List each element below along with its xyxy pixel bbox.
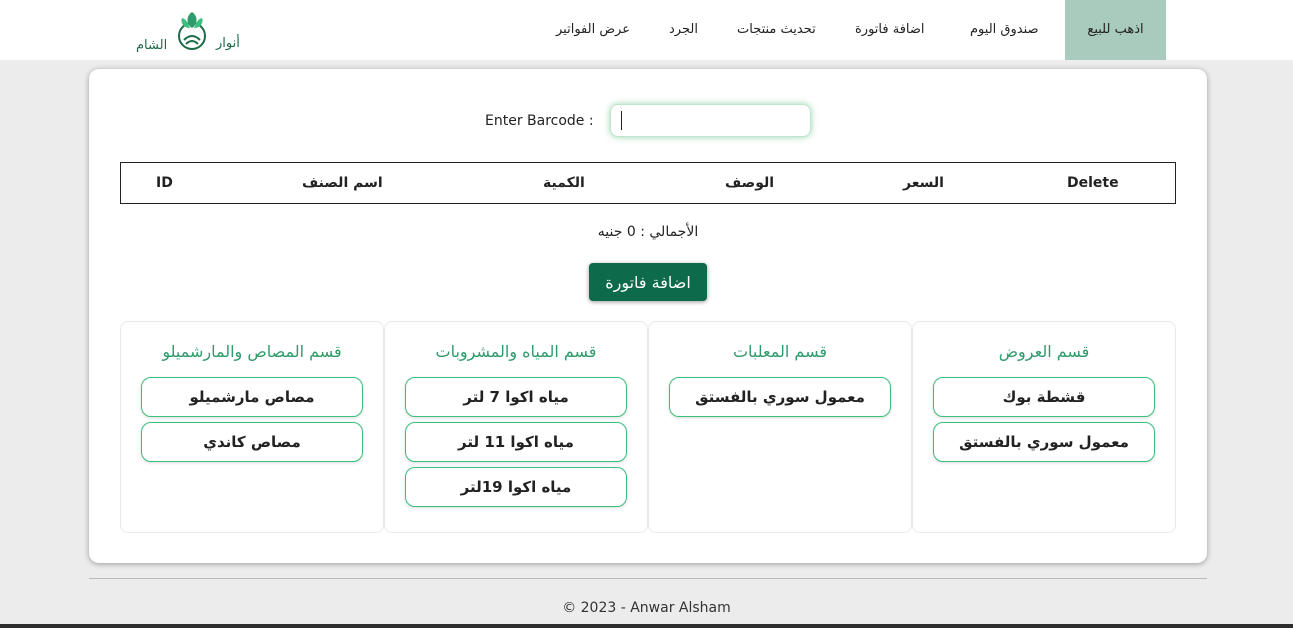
footer-copyright: © 2023 - Anwar Alsham [562,600,731,616]
column-header-delete: Delete [1067,175,1119,191]
nav-item-view-invoices[interactable]: عرض الفواتير [556,0,630,60]
section-title: قسم العروض [998,342,1090,361]
section-candy-marshmallow: قسم المصاص والمارشميلو مصاص مارشميلو مصا… [120,321,384,533]
nav-item-sell[interactable]: اذهب للبيع [1065,0,1166,60]
section-offers: قسم العروض قشطة بوك معمول سوري بالفستق [912,321,1176,533]
nav-item-add-invoice[interactable]: اضافة فاتورة [855,0,925,60]
product-button[interactable]: معمول سوري بالفستق [933,422,1155,462]
section-title: قسم المعلبات [732,342,827,361]
top-navbar: الشام أنوار اذهب للبيع صندوق اليوم اضافة… [0,0,1293,60]
product-button[interactable]: مياه اكوا 7 لتر [405,377,627,417]
barcode-input[interactable] [610,104,811,137]
product-button[interactable]: مصاص كاندي [141,422,363,462]
text-caret [621,111,622,130]
product-button[interactable]: مياه اكوا 11 لتر [405,422,627,462]
product-button[interactable]: مياه اكوا 19لتر [405,467,627,507]
nav-item-update-products[interactable]: تحديث منتجات [737,0,816,60]
section-water-drinks: قسم المياه والمشروبات مياه اكوا 7 لتر مي… [384,321,648,533]
section-canned: قسم المعلبات معمول سوري بالفستق [648,321,912,533]
barcode-label: Enter Barcode : [485,113,594,129]
bottom-strip [0,624,1293,628]
product-button[interactable]: معمول سوري بالفستق [669,377,891,417]
sales-card: Enter Barcode : Delete السعر الوصف الكمي… [89,69,1207,563]
brand-logo[interactable]: الشام أنوار [134,6,246,56]
brand-name-right: أنوار [216,36,240,51]
footer-divider [89,578,1207,579]
column-header-item-name: اسم الصنف [302,175,383,191]
nav-item-daily-cash[interactable]: صندوق اليوم [970,0,1039,60]
product-button[interactable]: مصاص مارشميلو [141,377,363,417]
column-header-quantity: الكمية [543,175,585,191]
add-invoice-button[interactable]: اضافة فاتورة [589,263,707,301]
invoice-total: الأجمالي : 0 جنيه [597,224,699,240]
column-header-description: الوصف [725,175,775,191]
brand-name-left: الشام [136,38,168,53]
column-header-id: ID [156,175,173,191]
nav-item-inventory[interactable]: الجرد [669,0,698,60]
leaf-logo-icon [178,12,206,50]
column-header-price: السعر [903,175,944,191]
invoice-table-header: Delete السعر الوصف الكمية اسم الصنف ID [120,162,1176,204]
section-title: قسم المياه والمشروبات [435,342,597,361]
product-button[interactable]: قشطة بوك [933,377,1155,417]
section-title: قسم المصاص والمارشميلو [162,342,342,361]
